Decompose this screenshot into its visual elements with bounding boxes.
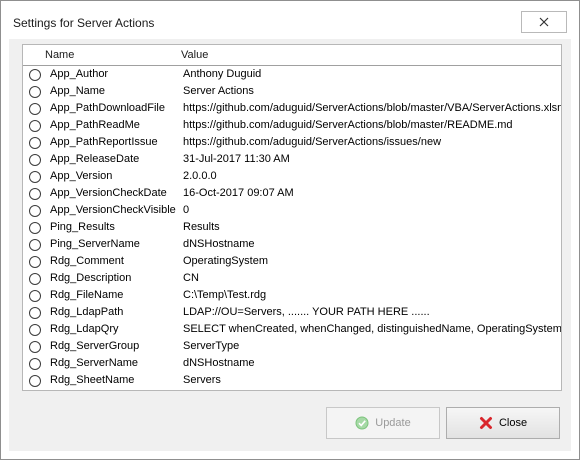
close-icon (539, 17, 549, 27)
row-radio-button[interactable] (29, 256, 41, 268)
row-radio-button[interactable] (29, 120, 41, 132)
setting-value: https://github.com/aduguid/ServerActions… (183, 102, 562, 114)
list-item[interactable]: App_PathDownloadFile https://github.com/a… (23, 100, 561, 117)
list-item[interactable]: Rdg_Comment OperatingSystem (23, 253, 561, 270)
setting-value: 16-Oct-2017 09:07 AM (183, 187, 294, 199)
list-item[interactable]: App_Name Server Actions (23, 83, 561, 100)
setting-name: Rdg_FileName (50, 289, 124, 301)
row-radio-button[interactable] (29, 69, 41, 81)
row-radio-button[interactable] (29, 375, 41, 387)
setting-value: 0 (183, 204, 190, 216)
setting-name: Ping_Results (50, 221, 115, 233)
setting-value: 31-Jul-2017 11:30 AM (183, 153, 290, 165)
settings-dialog: Settings for Server Actions Name Value A… (0, 0, 580, 460)
setting-name: App_VersionCheckVisible (50, 204, 176, 216)
row-radio-button[interactable] (29, 222, 41, 234)
setting-name: Ping_ServerName (50, 238, 140, 250)
list-item[interactable]: App_PathReadMe https://github.com/aduguid… (23, 117, 561, 134)
list-item[interactable]: Ping_Results Results (23, 219, 561, 236)
setting-value: Anthony Duguid (183, 68, 262, 80)
row-radio-button[interactable] (29, 239, 41, 251)
row-radio-button[interactable] (29, 154, 41, 166)
setting-value: 2.0.0.0 (183, 170, 217, 182)
setting-name: App_Version (50, 170, 113, 182)
setting-value: LDAP://OU=Servers, ....... YOUR PATH HER… (183, 306, 430, 318)
setting-name: Rdg_SheetName (50, 374, 135, 386)
column-header-name[interactable]: Name (45, 49, 74, 61)
row-radio-button[interactable] (29, 273, 41, 285)
list-item[interactable]: App_Version 2.0.0.0 (23, 168, 561, 185)
setting-value: https://github.com/aduguid/ServerActions… (183, 136, 442, 148)
setting-name: Rdg_ServerGroup (50, 340, 140, 352)
list-item[interactable]: Rdg_LdapQry SELECT whenCreated, whenChang… (23, 321, 561, 338)
list-item[interactable]: Rdg_ServerName dNSHostname (23, 355, 561, 372)
row-radio-button[interactable] (29, 324, 41, 336)
setting-name: Rdg_LdapQry (50, 323, 119, 335)
window-title: Settings for Server Actions (13, 16, 155, 30)
list-item[interactable]: Rdg_ServerGroup ServerType (23, 338, 561, 355)
close-button[interactable]: Close (446, 407, 560, 439)
setting-value: https://github.com/aduguid/ServerActions… (183, 119, 513, 131)
setting-value: Servers (183, 374, 221, 386)
check-circle-icon (355, 416, 369, 430)
row-radio-button[interactable] (29, 341, 41, 353)
list-item[interactable]: App_VersionCheckVisible 0 (23, 202, 561, 219)
list-item[interactable]: Ping_ServerName dNSHostname (23, 236, 561, 253)
setting-value: OperatingSystem (183, 255, 268, 267)
setting-name: Rdg_Comment (50, 255, 124, 267)
row-radio-button[interactable] (29, 171, 41, 183)
setting-name: App_VersionCheckDate (50, 187, 167, 199)
row-radio-button[interactable] (29, 103, 41, 115)
list-item[interactable]: Rdg_FileName C:\Temp\Test.rdg (23, 287, 561, 304)
setting-name: App_PathDownloadFile (50, 102, 165, 114)
setting-name: App_PathReportIssue (50, 136, 158, 148)
list-item[interactable]: App_PathReportIssue https://github.com/ad… (23, 134, 561, 151)
setting-value: dNSHostname (183, 238, 255, 250)
red-x-icon (479, 417, 492, 429)
setting-value: Results (183, 221, 220, 233)
setting-value: dNSHostname (183, 357, 255, 369)
row-radio-button[interactable] (29, 290, 41, 302)
window-close-button[interactable] (521, 11, 567, 33)
row-radio-button[interactable] (29, 205, 41, 217)
row-radio-button[interactable] (29, 307, 41, 319)
title-bar: Settings for Server Actions (1, 1, 579, 39)
setting-name: Rdg_Description (50, 272, 132, 284)
setting-value: Server Actions (183, 85, 254, 97)
list-header: Name Value (23, 45, 561, 65)
setting-value: ServerType (183, 340, 240, 352)
list-rows: App_Author Anthony Duguid App_Name Server A… (23, 65, 561, 389)
column-header-value[interactable]: Value (181, 49, 208, 61)
close-button-label: Close (498, 417, 528, 429)
row-radio-button[interactable] (29, 137, 41, 149)
dialog-client-area: Name Value App_Author Anthony Duguid App_N… (9, 39, 571, 451)
list-item[interactable]: App_ReleaseDate 31-Jul-2017 11:30 AM (23, 151, 561, 168)
setting-name: App_PathReadMe (50, 119, 140, 131)
settings-list[interactable]: Name Value App_Author Anthony Duguid App_N… (22, 44, 562, 391)
setting-name: Rdg_LdapPath (50, 306, 124, 318)
list-item[interactable]: Rdg_SheetName Servers (23, 372, 561, 389)
setting-value: C:\Temp\Test.rdg (183, 289, 267, 301)
setting-value: SELECT whenCreated, whenChanged, disting… (183, 323, 562, 335)
row-radio-button[interactable] (29, 86, 41, 98)
update-button-label: Update (375, 417, 411, 429)
setting-value: CN (183, 272, 199, 284)
row-radio-button[interactable] (29, 188, 41, 200)
setting-name: App_Name (50, 85, 106, 97)
list-item[interactable]: Rdg_Description CN (23, 270, 561, 287)
setting-name: App_ReleaseDate (50, 153, 140, 165)
list-item[interactable]: Rdg_LdapPath LDAP://OU=Servers, ....... Y… (23, 304, 561, 321)
update-button[interactable]: Update (326, 407, 440, 439)
setting-name: App_Author (50, 68, 109, 80)
setting-name: Rdg_ServerName (50, 357, 139, 369)
list-item[interactable]: App_VersionCheckDate 16-Oct-2017 09:07 AM (23, 185, 561, 202)
list-item[interactable]: App_Author Anthony Duguid (23, 66, 561, 83)
row-radio-button[interactable] (29, 358, 41, 370)
